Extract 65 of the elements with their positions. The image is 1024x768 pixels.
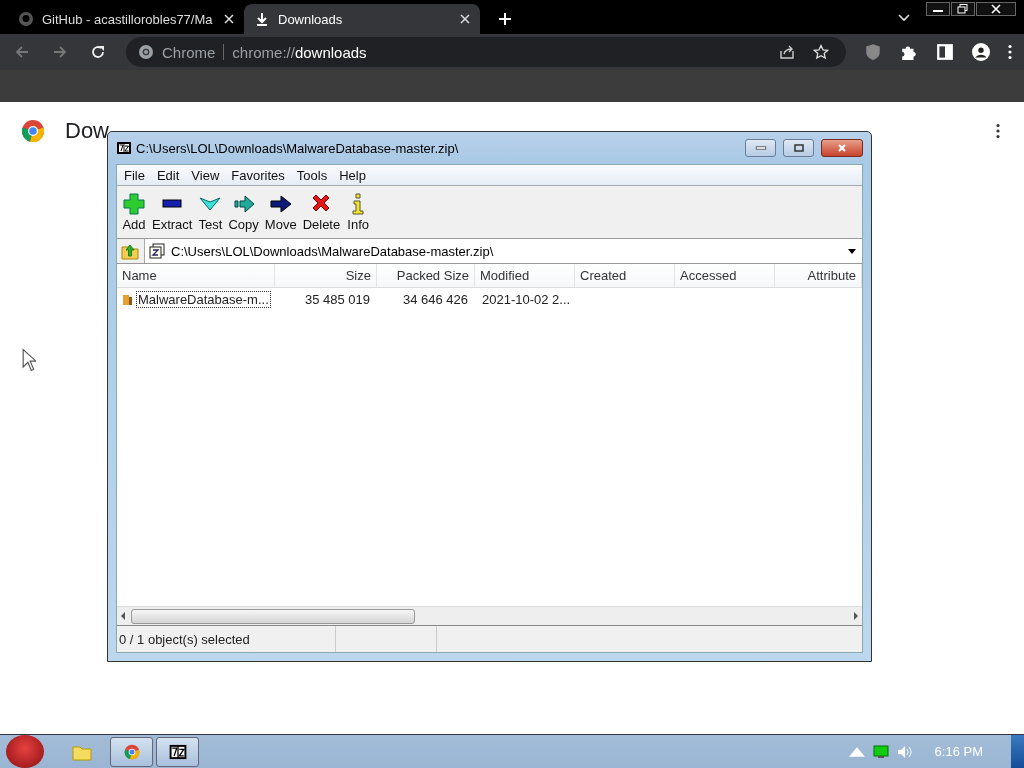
menu-item[interactable]: Help bbox=[334, 167, 371, 183]
menu-item[interactable]: File bbox=[119, 167, 150, 183]
download-icon bbox=[254, 11, 270, 27]
minimize-icon[interactable] bbox=[926, 2, 950, 16]
new-tab-icon[interactable] bbox=[498, 12, 512, 26]
chrome-icon bbox=[122, 743, 141, 760]
add-icon bbox=[122, 192, 146, 216]
menu-item[interactable]: Favorites bbox=[226, 167, 290, 183]
cursor-icon bbox=[22, 348, 36, 372]
browser-tab[interactable]: GitHub - acastillorobles77/Ma bbox=[8, 4, 244, 34]
menu-item[interactable]: Edit bbox=[151, 167, 185, 183]
archive-app-icon bbox=[168, 743, 187, 760]
column-header[interactable]: Name bbox=[117, 264, 275, 287]
table-cell-text: 35 485 019 bbox=[303, 290, 371, 308]
close-icon[interactable] bbox=[976, 2, 1016, 16]
table-cell-text: 2021-10-02 2... bbox=[481, 290, 572, 308]
toolbar-button[interactable]: Extract bbox=[149, 192, 196, 232]
dropdown-icon[interactable] bbox=[848, 248, 856, 254]
copy-icon bbox=[231, 192, 256, 216]
menu-item[interactable]: Tools bbox=[291, 167, 333, 183]
column-header[interactable]: Created bbox=[575, 264, 675, 287]
start-button[interactable] bbox=[6, 735, 44, 768]
browser-tab[interactable]: Downloads bbox=[244, 4, 480, 34]
github-icon bbox=[18, 11, 34, 27]
toolbar-button[interactable]: Info bbox=[343, 192, 374, 232]
table-cell: MalwareDatabase-m... bbox=[136, 290, 271, 308]
more-icon[interactable] bbox=[996, 123, 1000, 139]
toolbar-button[interactable]: Add bbox=[119, 192, 149, 232]
table-cell-text: 34 646 426 bbox=[401, 290, 469, 308]
page-title: Dow bbox=[65, 118, 109, 144]
toolbar-button[interactable]: Delete bbox=[299, 192, 344, 232]
archive-taskbar-button[interactable] bbox=[156, 736, 199, 767]
status-text: 0 / 1 object(s) selected bbox=[117, 626, 336, 652]
move-icon bbox=[268, 192, 293, 216]
column-header[interactable]: Modified bbox=[475, 264, 575, 287]
zip-folder-icon bbox=[122, 292, 134, 306]
restore-icon[interactable] bbox=[951, 2, 975, 16]
maximize-icon bbox=[792, 144, 805, 152]
maximize-button[interactable] bbox=[783, 139, 814, 157]
url-text: chrome://downloads bbox=[232, 43, 367, 61]
toolbar-button[interactable]: Move bbox=[261, 192, 300, 232]
site-label: Chrome bbox=[162, 43, 216, 61]
window-title: C:\Users\LOL\Downloads\MalwareDatabase-master.zip\ bbox=[136, 140, 459, 156]
menu-item[interactable]: View bbox=[186, 167, 225, 183]
toolbar-button[interactable]: Test bbox=[195, 192, 226, 232]
column-header[interactable]: Attribute bbox=[775, 264, 862, 287]
scroll-right-icon[interactable] bbox=[854, 612, 858, 620]
chevron-down-icon[interactable] bbox=[898, 14, 910, 22]
minimize-icon bbox=[754, 144, 767, 152]
column-header[interactable]: Accessed bbox=[675, 264, 775, 287]
network-icon[interactable] bbox=[872, 744, 889, 759]
chrome-icon bbox=[138, 44, 154, 60]
toolbar-button[interactable]: Copy bbox=[225, 192, 262, 232]
scroll-left-icon[interactable] bbox=[121, 612, 125, 620]
chrome-logo-icon bbox=[21, 119, 45, 143]
column-header[interactable]: Packed Size bbox=[377, 264, 475, 287]
chrome-taskbar-button[interactable] bbox=[110, 736, 153, 767]
archive-icon bbox=[149, 243, 165, 259]
close-button[interactable] bbox=[821, 139, 863, 157]
minimize-button[interactable] bbox=[745, 139, 776, 157]
close-icon bbox=[836, 144, 848, 152]
archive-app-icon bbox=[117, 142, 131, 154]
column-header[interactable]: Size bbox=[275, 264, 377, 287]
address-bar[interactable]: Chrome chrome://downloads bbox=[126, 37, 846, 67]
path-field[interactable]: C:\Users\LOL\Downloads\MalwareDatabase-master.zip\ bbox=[144, 239, 862, 263]
